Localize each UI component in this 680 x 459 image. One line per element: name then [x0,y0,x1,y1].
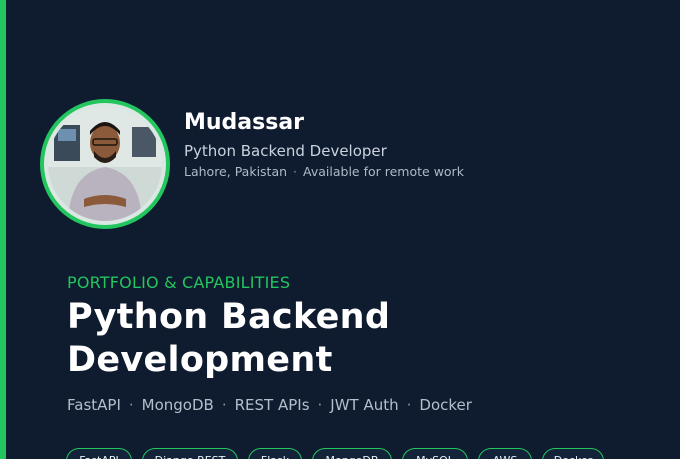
stack-item: Docker [419,396,472,414]
skill-chip[interactable]: AWS [478,448,532,459]
skill-chip[interactable]: FastAPI [66,448,132,459]
stack-separator: · [406,396,412,414]
page-title-line-2: Development [67,340,333,380]
skill-chip[interactable]: MySQL [402,448,468,459]
accent-bar [0,0,6,459]
skill-chip[interactable]: MongoDB [312,448,392,459]
avatar [40,99,170,229]
profile-name: Mudassar [184,110,305,135]
stack-item: FastAPI [67,396,121,414]
stack-separator: · [128,396,134,414]
section-kicker: PORTFOLIO & CAPABILITIES [67,273,291,292]
tech-stack-line: FastAPI · MongoDB · REST APIs · JWT Auth · Docke… [67,396,472,414]
page-title-line-1: Python Backend [67,297,391,337]
skill-chip[interactable]: Flask [248,448,302,459]
stack-item: REST APIs [234,396,310,414]
stack-separator: · [317,396,323,414]
profile-role: Python Backend Developer [184,142,387,160]
skill-chip[interactable]: Docker [542,448,604,459]
stack-separator: · [221,396,227,414]
profile-meta: Lahore, Pakistan · Available for remote wo… [184,164,464,179]
profile-photo-icon [48,107,162,221]
stack-item: JWT Auth [330,396,399,414]
stack-item: MongoDB [141,396,214,414]
meta-separator: · [293,164,298,179]
profile-availability: Available for remote work [303,164,464,179]
page-title: Python Backend Development [67,296,627,382]
profile-location: Lahore, Pakistan [184,164,288,179]
skill-chip[interactable]: Django REST [142,448,238,459]
